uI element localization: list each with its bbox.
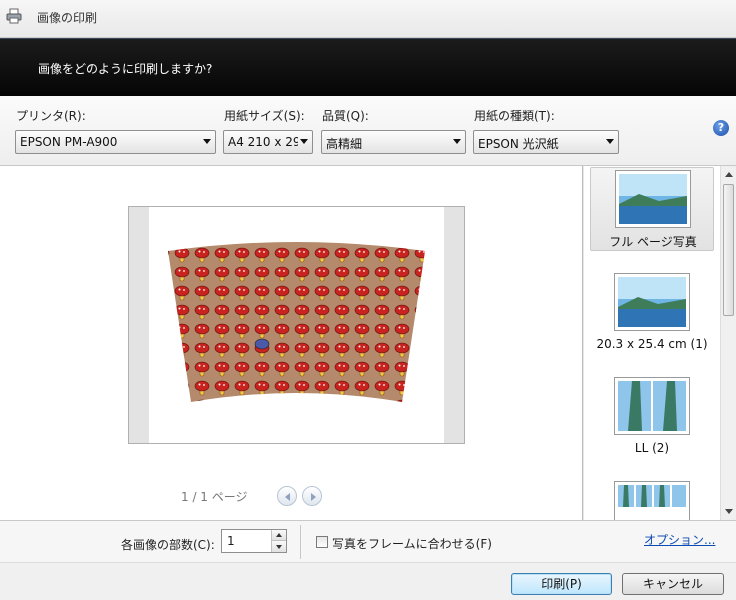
- scroll-up-icon[interactable]: [725, 172, 733, 177]
- fit-to-frame-checkbox[interactable]: [316, 536, 328, 548]
- header-banner: 画像をどのように印刷しますか?: [0, 38, 736, 96]
- printer-label: プリンタ(R):: [16, 109, 86, 123]
- paper-size-select[interactable]: A4 210 x 297 mm: [223, 130, 313, 154]
- layout-ll-2[interactable]: LL (2): [590, 375, 714, 459]
- chevron-down-icon: [203, 139, 211, 144]
- fit-to-frame-label[interactable]: 写真をフレームに合わせる(F): [332, 535, 492, 552]
- scroll-down-icon[interactable]: [725, 509, 733, 514]
- page-sheet: [149, 207, 444, 443]
- divider: [300, 525, 301, 559]
- page-preview: [128, 206, 465, 444]
- layout-thumbnail: [614, 273, 690, 331]
- settings-toolbar: プリンタ(R): EPSON PM-A900 用紙サイズ(S): A4 210 …: [0, 96, 736, 166]
- increment-button[interactable]: [272, 530, 286, 541]
- copies-label: 各画像の部数(C):: [121, 538, 215, 552]
- layout-scrollbar[interactable]: [720, 166, 736, 520]
- paper-type-select[interactable]: EPSON 光沢紙: [473, 130, 619, 154]
- layout-more[interactable]: [590, 479, 714, 520]
- page-indicator: 1 / 1 ページ: [181, 490, 248, 504]
- preview-pane: 1 / 1 ページ: [0, 166, 583, 520]
- chevron-down-icon: [453, 139, 461, 144]
- cancel-button[interactable]: キャンセル: [622, 573, 724, 595]
- printer-icon: [6, 8, 22, 24]
- paper-size-label: 用紙サイズ(S):: [224, 109, 305, 123]
- options-link[interactable]: オプション...: [644, 531, 715, 548]
- layout-label: LL (2): [634, 441, 670, 455]
- layout-label: フル ページ写真: [609, 235, 697, 249]
- layout-20x25[interactable]: 20.3 x 25.4 cm (1): [590, 271, 714, 355]
- decrement-button[interactable]: [272, 541, 286, 552]
- paper-size-value: A4 210 x 297 mm: [228, 135, 298, 149]
- title-bar: 画像の印刷: [0, 0, 736, 38]
- layout-thumbnail: [614, 481, 690, 520]
- chevron-down-icon: [606, 139, 614, 144]
- arrow-left-icon: [285, 493, 290, 501]
- arrow-right-icon: [311, 493, 316, 501]
- copies-value[interactable]: 1: [227, 534, 235, 548]
- layout-full-page[interactable]: フル ページ写真: [590, 167, 714, 251]
- quality-select[interactable]: 高精細: [321, 130, 466, 154]
- layout-label: 20.3 x 25.4 cm (1): [596, 337, 708, 351]
- options-bar: 各画像の部数(C): 1 写真をフレームに合わせる(F) オプション...: [0, 520, 736, 562]
- chevron-down-icon: [300, 139, 308, 144]
- previous-page-button[interactable]: [277, 486, 297, 506]
- layout-thumbnail: [615, 170, 691, 228]
- dialog-footer: 印刷(P) キャンセル: [0, 562, 736, 600]
- printer-value: EPSON PM-A900: [20, 135, 118, 149]
- next-page-button[interactable]: [302, 486, 322, 506]
- printer-select[interactable]: EPSON PM-A900: [15, 130, 216, 154]
- paper-type-label: 用紙の種類(T):: [474, 109, 555, 123]
- quality-value: 高精細: [326, 137, 363, 151]
- copies-stepper[interactable]: 1: [221, 529, 287, 553]
- chevron-up-icon: [276, 533, 282, 537]
- window-title: 画像の印刷: [37, 11, 98, 25]
- quality-label: 品質(Q):: [322, 109, 369, 123]
- cup-wrap-image: [168, 242, 425, 402]
- scrollbar-thumb[interactable]: [723, 184, 734, 316]
- help-icon[interactable]: ?: [713, 120, 729, 136]
- layout-list: フル ページ写真 20.3 x 25.4 cm (1) LL (2): [584, 166, 736, 520]
- layout-thumbnail: [614, 377, 690, 435]
- paper-type-value: EPSON 光沢紙: [478, 137, 559, 151]
- print-button[interactable]: 印刷(P): [511, 573, 612, 595]
- chevron-down-icon: [276, 545, 282, 549]
- dialog-heading: 画像をどのように印刷しますか?: [38, 62, 213, 76]
